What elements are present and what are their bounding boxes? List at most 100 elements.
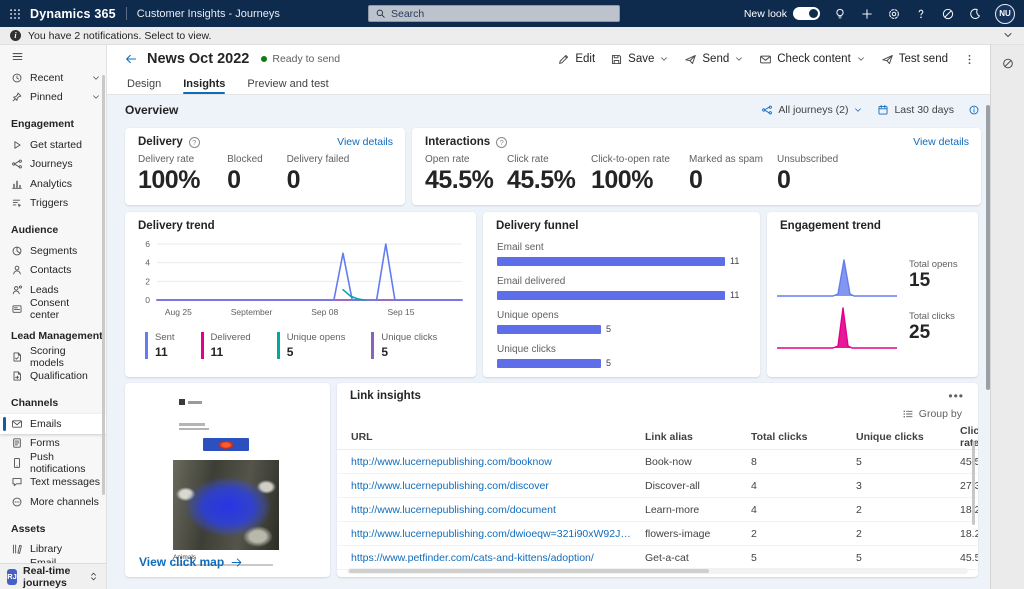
send-icon xyxy=(881,53,894,66)
gear-icon[interactable] xyxy=(887,7,901,21)
right-pane-toggle-icon[interactable] xyxy=(1001,55,1014,73)
engagement-trend-title: Engagement trend xyxy=(780,220,881,232)
help-icon[interactable]: ? xyxy=(189,137,200,148)
tab-preview-and-test[interactable]: Preview and test xyxy=(247,73,328,94)
sidebar-item-recent[interactable]: Recent xyxy=(0,68,106,88)
sidebar-item-text-messages[interactable]: Text messages xyxy=(0,473,106,493)
sidebar-item-get-started[interactable]: Get started xyxy=(0,135,106,155)
delivery-funnel-title: Delivery funnel xyxy=(496,220,578,232)
sidebar-item-scoring-models[interactable]: Scoring models xyxy=(0,347,106,367)
email-preview-thumbnail[interactable]: Animals xyxy=(173,393,279,566)
insights-content: Overview All journeys (2) Last 30 days D… xyxy=(107,95,990,589)
link-url[interactable]: http://www.lucernepublishing.com/documen… xyxy=(351,504,645,516)
sidebar-item-pinned[interactable]: Pinned xyxy=(0,88,106,108)
save-button[interactable]: Save xyxy=(610,53,669,66)
sidebar-section-audience: Audience xyxy=(0,213,106,241)
chevron-down-icon[interactable] xyxy=(1002,27,1014,45)
moon-icon[interactable] xyxy=(968,7,982,21)
avatar[interactable]: NU xyxy=(995,4,1015,24)
column-header-click-rate[interactable]: Click rate xyxy=(960,425,978,449)
send-button[interactable]: Send xyxy=(684,53,744,66)
group-by-button[interactable]: Group by xyxy=(902,408,962,420)
area-switcher[interactable]: RJ Real-time journeys xyxy=(0,563,106,589)
date-range-filter[interactable]: Last 30 days xyxy=(877,104,954,116)
sidebar-item-journeys[interactable]: Journeys xyxy=(0,155,106,175)
more-options-icon[interactable]: ••• xyxy=(948,389,964,403)
segments-icon xyxy=(11,245,23,257)
email-button-hotspot xyxy=(203,438,249,451)
view-click-map-link[interactable]: View click map xyxy=(139,555,243,569)
column-header-url[interactable]: URL xyxy=(351,431,645,443)
link-url[interactable]: http://www.lucernepublishing.com/dwioeqw… xyxy=(351,528,645,540)
column-header-total-clicks[interactable]: Total clicks xyxy=(751,431,856,443)
brand-title[interactable]: Dynamics 365 xyxy=(30,7,116,21)
delivery-view-details-link[interactable]: View details xyxy=(337,136,393,148)
calendar-icon xyxy=(877,104,889,116)
sidebar-item-qualification[interactable]: Qualification xyxy=(0,367,106,387)
tab-insights[interactable]: Insights xyxy=(183,73,225,94)
updown-chevron-icon[interactable] xyxy=(88,568,99,586)
column-header-unique-clicks[interactable]: Unique clicks xyxy=(856,431,960,443)
clock-icon xyxy=(11,72,23,84)
sidebar-item-segments[interactable]: Segments xyxy=(0,241,106,261)
journey-filter-dropdown[interactable]: All journeys (2) xyxy=(761,104,863,116)
lightbulb-icon[interactable] xyxy=(833,7,847,21)
area-label: Real-time journeys xyxy=(23,565,82,589)
legend-unique-opens: Unique opens5 xyxy=(277,332,346,359)
waffle-menu-button[interactable] xyxy=(0,0,30,27)
app-name[interactable]: Customer Insights - Journeys xyxy=(137,8,280,20)
search-input[interactable] xyxy=(391,8,613,20)
sparkline-total-clicks: Total clicks25 xyxy=(777,302,955,352)
delivery-card: Delivery ? View details Delivery rate100… xyxy=(125,128,405,205)
column-header-link-alias[interactable]: Link alias xyxy=(645,431,751,443)
new-look-toggle-group[interactable]: New look xyxy=(744,7,820,20)
link-url[interactable]: http://www.lucernepublishing.com/discove… xyxy=(351,480,645,492)
sidebar-scrollbar[interactable] xyxy=(102,75,105,495)
notification-bar[interactable]: i You have 2 notifications. Select to vi… xyxy=(0,27,1024,45)
back-arrow-button[interactable] xyxy=(124,52,138,66)
mail-icon xyxy=(759,53,772,66)
edit-button[interactable]: Edit xyxy=(557,53,595,66)
table-vertical-scrollbar[interactable] xyxy=(972,441,975,525)
plus-icon[interactable] xyxy=(860,7,874,21)
sidebar-item-more-channels[interactable]: More channels xyxy=(0,492,106,512)
main-scrollbar[interactable] xyxy=(986,105,990,390)
info-icon[interactable] xyxy=(968,104,980,116)
compose-icon[interactable] xyxy=(941,7,955,21)
svg-text:Aug 25: Aug 25 xyxy=(165,307,192,317)
sidebar-item-contacts[interactable]: Contacts xyxy=(0,261,106,281)
sidebar-item-triggers[interactable]: Triggers xyxy=(0,194,106,214)
sidebar-item-analytics[interactable]: Analytics xyxy=(0,174,106,194)
table-row[interactable]: http://www.lucernepublishing.com/dwioeqw… xyxy=(337,522,978,546)
svg-text:Sep 15: Sep 15 xyxy=(388,307,415,317)
link-url[interactable]: http://www.lucernepublishing.com/booknow xyxy=(351,456,645,468)
interactions-view-details-link[interactable]: View details xyxy=(913,136,969,148)
new-look-toggle[interactable] xyxy=(793,7,820,20)
plus-icon xyxy=(860,7,874,21)
table-row[interactable]: https://www.petfinder.com/cats-and-kitte… xyxy=(337,546,978,570)
sidebar-item-push-notifications[interactable]: Push notifications xyxy=(0,453,106,473)
sidebar-item-emails[interactable]: Emails xyxy=(0,414,106,434)
tab-design[interactable]: Design xyxy=(127,73,161,94)
more-commands-button[interactable] xyxy=(963,53,976,66)
hamburger-menu-button[interactable] xyxy=(0,45,106,68)
sidebar-section-engagement: Engagement xyxy=(0,107,106,135)
mail-icon xyxy=(11,418,23,430)
link-url[interactable]: https://www.petfinder.com/cats-and-kitte… xyxy=(351,552,645,564)
help-icon xyxy=(914,7,928,21)
link-insights-title: Link insights xyxy=(350,390,421,402)
table-horizontal-scrollbar[interactable] xyxy=(347,568,968,574)
table-row[interactable]: http://www.lucernepublishing.com/documen… xyxy=(337,498,978,522)
metric-click-to-open-rate: Click-to-open rate100% xyxy=(591,154,689,195)
sidebar-item-consent-center[interactable]: Consent center xyxy=(0,300,106,320)
overview-heading: Overview xyxy=(125,103,178,117)
chevron-down-icon xyxy=(91,92,101,102)
check-content-button[interactable]: Check content xyxy=(759,53,866,66)
help-icon[interactable]: ? xyxy=(496,137,507,148)
global-search[interactable] xyxy=(368,5,620,22)
test-send-button[interactable]: Test send xyxy=(881,53,948,66)
metric-blocked: Blocked0 xyxy=(227,154,286,195)
table-row[interactable]: http://www.lucernepublishing.com/discove… xyxy=(337,474,978,498)
help-icon[interactable] xyxy=(914,7,928,21)
table-row[interactable]: http://www.lucernepublishing.com/booknow… xyxy=(337,450,978,474)
